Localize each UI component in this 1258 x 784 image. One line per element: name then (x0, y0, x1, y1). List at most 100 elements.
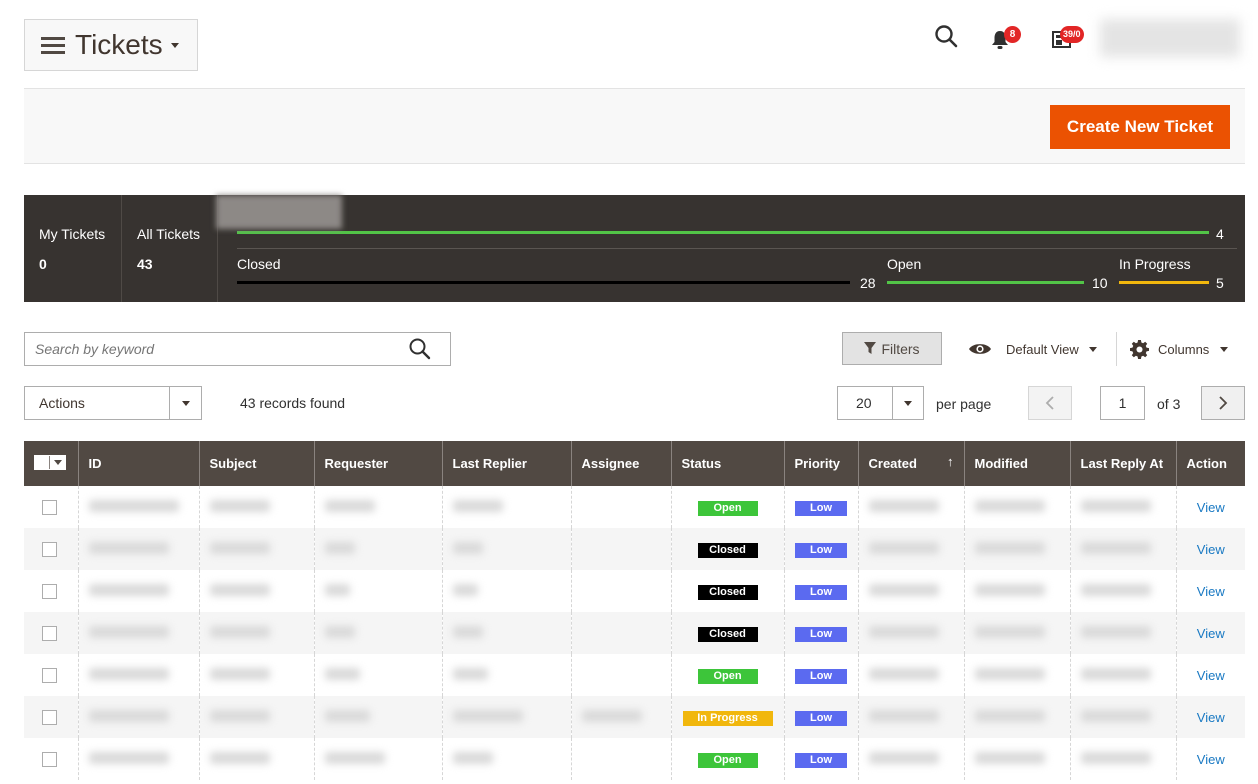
column-header-status[interactable]: Status (671, 441, 785, 486)
column-header-subject[interactable]: Subject (199, 441, 315, 486)
view-ticket-link[interactable]: View (1197, 668, 1225, 683)
table-row[interactable]: Closed Low View (24, 612, 1245, 654)
page-title-switcher[interactable]: Tickets (24, 19, 198, 71)
row-checkbox[interactable] (42, 626, 57, 642)
column-header-modified[interactable]: Modified (964, 441, 1071, 486)
toolbar-separator (1116, 332, 1117, 366)
row-select-cell[interactable] (24, 738, 79, 780)
records-found: 43 records found (240, 395, 346, 411)
mass-select-header[interactable] (24, 441, 79, 486)
notifications-badge: 8 (1004, 26, 1021, 43)
row-select-cell[interactable] (24, 528, 79, 570)
all-tickets-count: 43 (137, 256, 153, 272)
requester-redacted (324, 541, 355, 554)
row-select-cell[interactable] (24, 570, 79, 612)
search-input[interactable] (25, 333, 395, 365)
view-ticket-link[interactable]: View (1197, 542, 1225, 557)
priority-cell: Low (784, 486, 859, 528)
column-header-requester[interactable]: Requester (314, 441, 443, 486)
created-label: Created (868, 456, 917, 471)
column-header-last-reply-at[interactable]: Last Reply At (1070, 441, 1177, 486)
requester-redacted (324, 583, 350, 596)
modified-redacted (974, 499, 1045, 512)
id-cell (78, 612, 200, 654)
my-tickets-count: 0 (39, 256, 47, 272)
open-count: 10 (1092, 275, 1108, 291)
last-reply-at-redacted (1080, 541, 1151, 554)
table-row[interactable]: Open Low View (24, 486, 1245, 528)
current-page-input[interactable]: 1 (1100, 386, 1145, 420)
row-checkbox[interactable] (42, 710, 57, 726)
view-ticket-link[interactable]: View (1197, 752, 1225, 767)
notifications-button[interactable]: 8 (988, 24, 1021, 52)
filters-button[interactable]: Filters (842, 332, 942, 365)
extra-tab-blurred[interactable] (216, 195, 342, 229)
subject-redacted (209, 541, 270, 554)
search-icon[interactable] (934, 24, 964, 52)
per-page-value: 20 (856, 395, 872, 411)
row-select-cell[interactable] (24, 612, 79, 654)
table-row[interactable]: Open Low View (24, 654, 1245, 696)
last-replier-redacted (452, 541, 483, 554)
view-ticket-link[interactable]: View (1197, 710, 1225, 725)
column-header-assignee[interactable]: Assignee (571, 441, 672, 486)
columns-selector[interactable]: Columns (1130, 338, 1229, 360)
view-ticket-link[interactable]: View (1197, 584, 1225, 599)
last-replier-redacted (452, 709, 523, 722)
last-replier-redacted (452, 499, 503, 512)
id-cell (78, 696, 200, 738)
row-select-cell[interactable] (24, 696, 79, 738)
create-new-ticket-button[interactable]: Create New Ticket (1050, 105, 1230, 149)
row-select-cell[interactable] (24, 486, 79, 528)
row-checkbox[interactable] (42, 542, 57, 558)
row-checkbox[interactable] (42, 752, 57, 768)
table-row[interactable]: Closed Low View (24, 570, 1245, 612)
modified-cell (964, 570, 1071, 612)
requester-cell (314, 696, 443, 738)
row-checkbox[interactable] (42, 500, 57, 516)
created-cell (858, 612, 965, 654)
search-icon[interactable] (408, 337, 432, 361)
priority-cell: Low (784, 738, 859, 780)
per-page-select[interactable]: 20 (837, 386, 924, 420)
system-messages-button[interactable]: 39/0 (1050, 24, 1084, 52)
view-ticket-link[interactable]: View (1197, 626, 1225, 641)
mass-actions-dropdown[interactable]: Actions (24, 386, 202, 420)
top-progress-count: 4 (1216, 226, 1224, 242)
status-badge: Closed (697, 584, 758, 600)
table-row[interactable]: Closed Low View (24, 528, 1245, 570)
mass-select-checkbox[interactable] (34, 455, 66, 470)
caret-down-icon (1220, 346, 1229, 352)
column-header-created[interactable]: Created ↑ (858, 441, 965, 486)
column-header-action: Action (1176, 441, 1245, 486)
created-redacted (868, 625, 939, 638)
next-page-button[interactable] (1201, 386, 1245, 420)
user-account-menu[interactable] (1100, 19, 1240, 57)
table-row[interactable]: In Progress Low View (24, 696, 1245, 738)
row-select-cell[interactable] (24, 654, 79, 696)
requester-redacted (324, 751, 385, 764)
created-cell (858, 654, 965, 696)
previous-page-button[interactable] (1028, 386, 1072, 420)
status-badge: Open (697, 500, 758, 516)
column-header-last-replier[interactable]: Last Replier (442, 441, 572, 486)
row-checkbox[interactable] (42, 668, 57, 684)
top-progress-bar (237, 231, 1209, 234)
column-header-id[interactable]: ID (78, 441, 200, 486)
table-row[interactable]: Open Low View (24, 738, 1245, 780)
subject-redacted (209, 499, 270, 512)
requester-cell (314, 738, 443, 780)
row-checkbox[interactable] (42, 584, 57, 600)
column-header-priority[interactable]: Priority (784, 441, 859, 486)
id-redacted (88, 667, 169, 680)
view-ticket-link[interactable]: View (1197, 500, 1225, 515)
priority-cell: Low (784, 696, 859, 738)
id-redacted (88, 541, 169, 554)
last-reply-at-redacted (1080, 499, 1151, 512)
all-tickets-tab[interactable]: All Tickets 43 (122, 195, 218, 302)
my-tickets-tab[interactable]: My Tickets 0 (24, 195, 122, 302)
view-selector[interactable]: Default View (968, 338, 1097, 360)
created-cell (858, 486, 965, 528)
subject-redacted (209, 583, 270, 596)
last-reply-at-cell (1070, 612, 1177, 654)
